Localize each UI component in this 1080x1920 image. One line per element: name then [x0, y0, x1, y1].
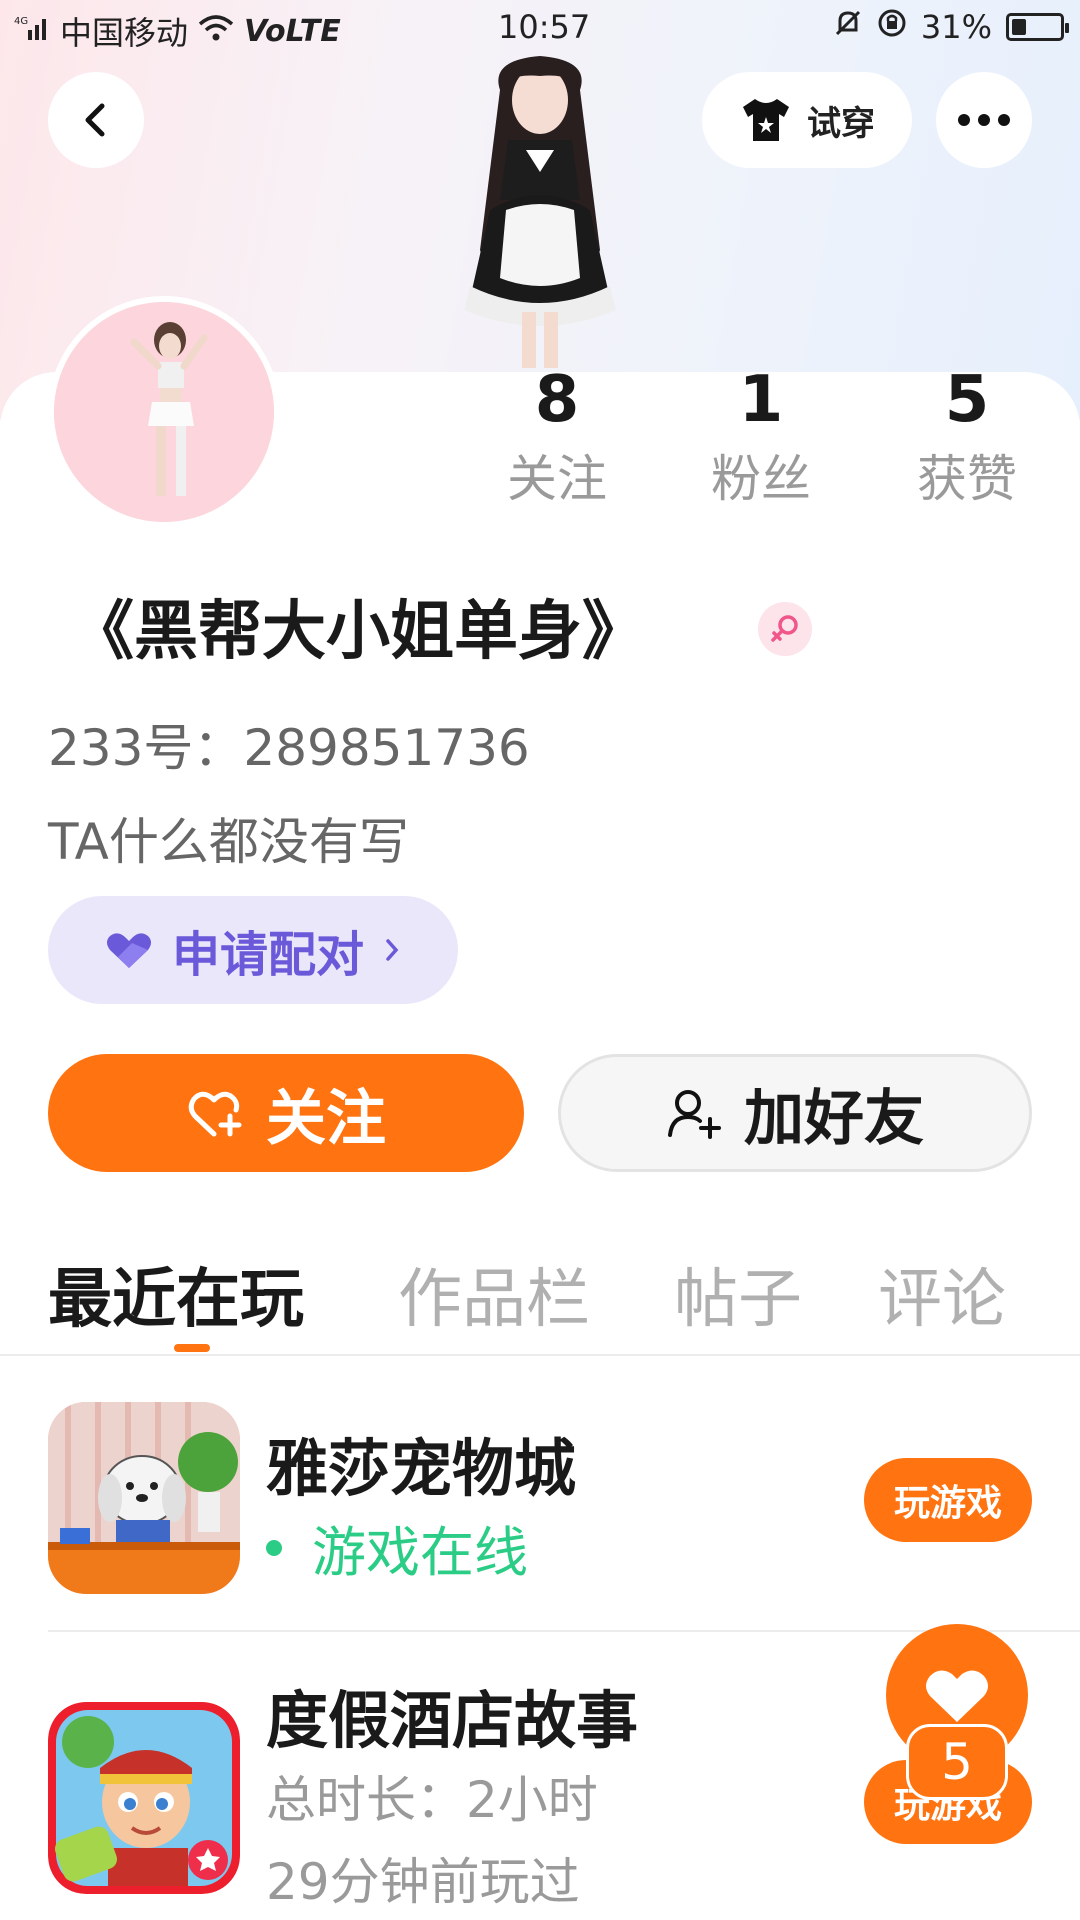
signal-icon: 4G — [14, 12, 50, 50]
wifi-icon — [198, 12, 234, 50]
try-on-label: 试穿 — [807, 103, 875, 144]
game-title: 度假酒店故事 — [266, 1684, 639, 1757]
carrier-name: 中国移动 — [60, 14, 189, 52]
game-status-label: 游戏在线 — [312, 1521, 528, 1584]
match-label: 申请配对 — [171, 927, 364, 983]
avatar-image — [54, 302, 274, 522]
more-dots-icon — [958, 114, 1010, 126]
add-user-icon — [668, 1090, 721, 1139]
profile-tabs: 最近在玩 作品栏 帖子 评论 — [0, 1240, 1080, 1356]
following-count: 8 — [534, 363, 580, 437]
followers-count: 1 — [738, 363, 784, 437]
chevron-right-icon — [386, 939, 399, 961]
likes-label: 获赞 — [917, 450, 1017, 508]
status-bar: 4G 中国移动 VoLTE 10:57 31% — [0, 0, 1080, 56]
clock: 10:57 — [498, 8, 591, 46]
bio: TA什么都没有写 — [48, 813, 409, 871]
tab-works[interactable]: 作品栏 — [398, 1248, 590, 1340]
chevron-left-icon — [85, 103, 105, 137]
battery-percent: 31% — [920, 8, 992, 46]
mute-bell-icon — [833, 8, 863, 46]
followers-stat[interactable]: 1 粉丝 — [686, 360, 836, 514]
battery-icon — [1006, 13, 1069, 41]
more-button[interactable] — [936, 72, 1032, 168]
play-game-button[interactable]: 玩游戏 — [864, 1458, 1032, 1542]
profile-name: 《黑帮大小姐单身》 — [70, 595, 646, 669]
follow-button[interactable]: 关注 — [48, 1054, 524, 1172]
heart-plus-icon — [188, 1091, 242, 1137]
avatar-figure — [464, 56, 616, 368]
list-item[interactable]: 雅莎宠物城 游戏在线 玩游戏 — [0, 1402, 1080, 1658]
active-tab-indicator — [174, 1344, 210, 1352]
avatar[interactable] — [48, 296, 280, 528]
tab-recently-played[interactable]: 最近在玩 — [48, 1248, 304, 1340]
add-friend-label: 加好友 — [744, 1083, 924, 1154]
game-icon-hotel-story — [48, 1702, 240, 1894]
game-title: 雅莎宠物城 — [266, 1432, 577, 1505]
user-id: 233号：289851736 — [48, 719, 530, 777]
game-status: 游戏在线 — [266, 1508, 528, 1587]
network-type: 4G — [14, 16, 28, 27]
followers-label: 粉丝 — [711, 450, 811, 508]
tab-posts[interactable]: 帖子 — [674, 1248, 802, 1340]
rotation-lock-icon — [877, 8, 907, 46]
game-icon-pet-city — [48, 1402, 240, 1594]
game-duration: 总时长：2小时 — [266, 1771, 598, 1829]
like-count-badge: 5 — [906, 1724, 1008, 1800]
add-friend-button[interactable]: 加好友 — [558, 1054, 1032, 1172]
volte-indicator: VoLTE — [244, 13, 341, 49]
tab-comments[interactable]: 评论 — [878, 1248, 1006, 1340]
following-stat[interactable]: 8 关注 — [482, 360, 632, 514]
tshirt-icon — [743, 99, 789, 141]
likes-stat[interactable]: 5 获赞 — [892, 360, 1042, 514]
online-dot — [266, 1539, 282, 1556]
female-icon — [758, 602, 812, 656]
game-last-played: 29分钟前玩过 — [266, 1853, 580, 1911]
follow-label: 关注 — [266, 1083, 386, 1154]
heart-icon — [926, 1670, 988, 1722]
likes-count: 5 — [944, 363, 990, 437]
try-on-button[interactable]: 试穿 — [702, 72, 912, 168]
battery-level — [1012, 19, 1026, 35]
match-button[interactable]: 申请配对 — [48, 896, 458, 1004]
heart-icon — [106, 933, 151, 968]
following-label: 关注 — [507, 450, 607, 508]
back-button[interactable] — [48, 72, 144, 168]
